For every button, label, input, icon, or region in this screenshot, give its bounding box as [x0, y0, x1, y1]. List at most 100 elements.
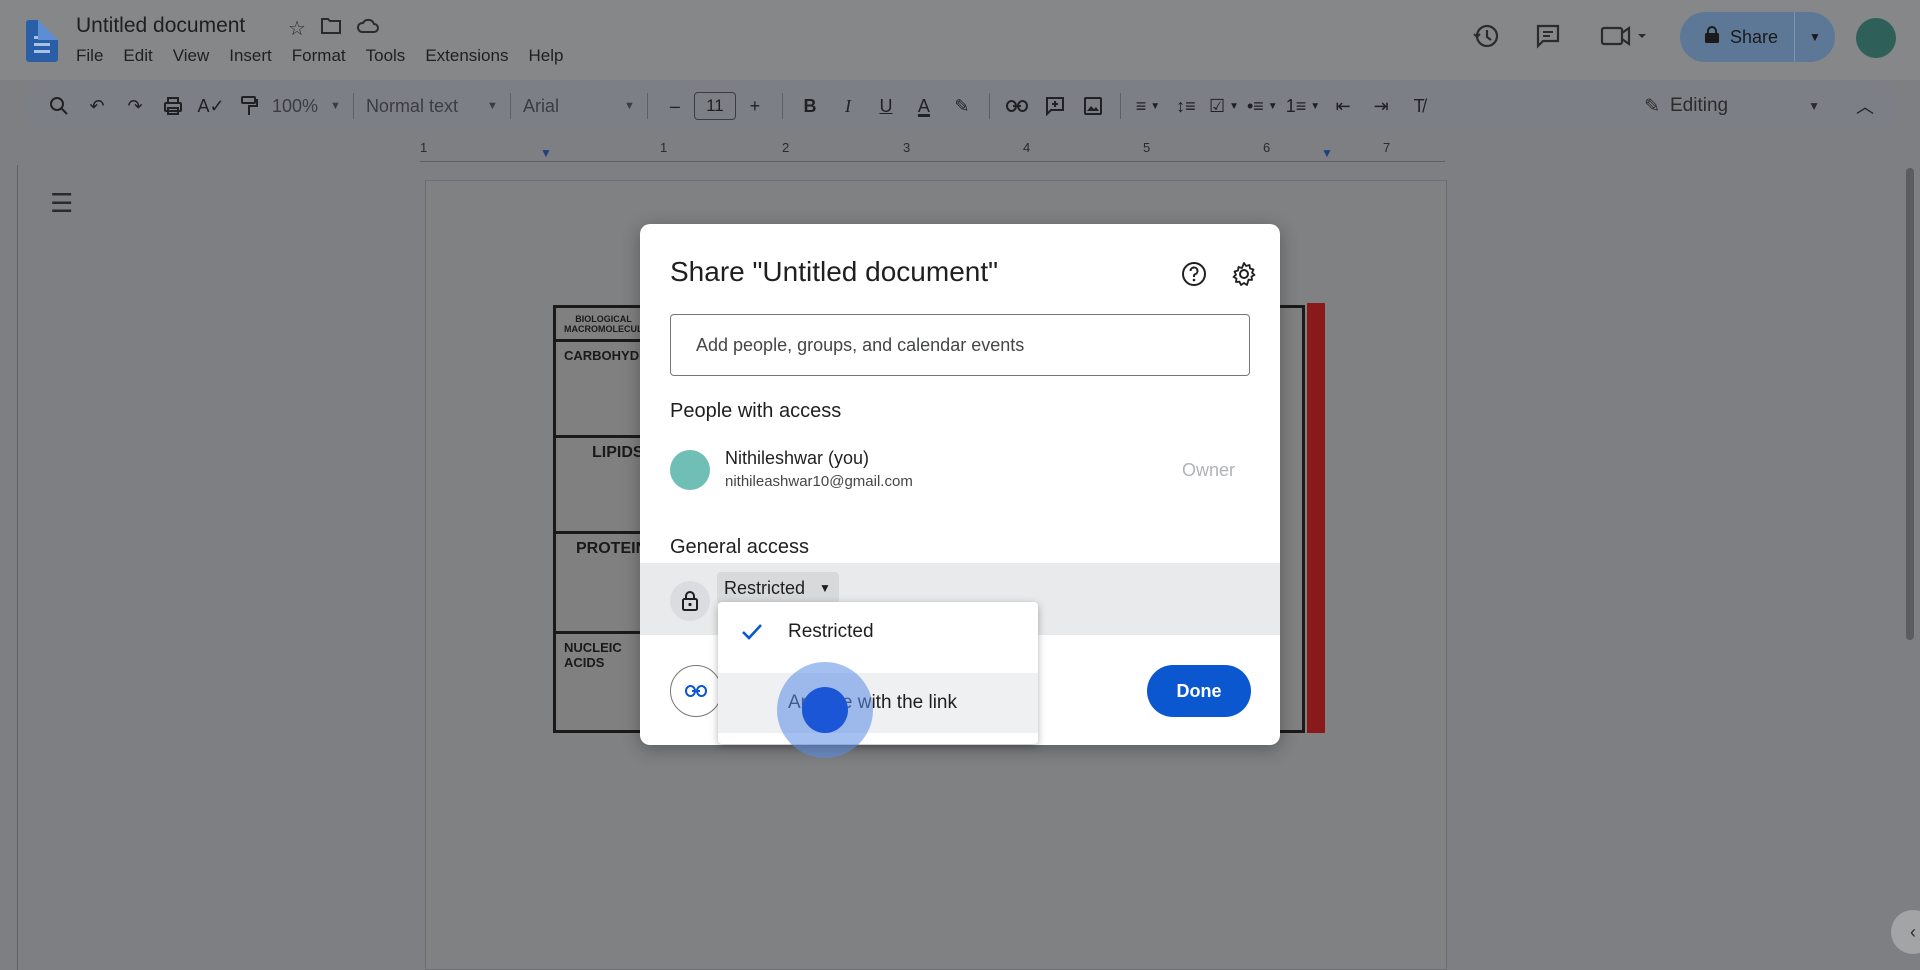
increase-indent-icon[interactable]: ⇥ — [1362, 88, 1400, 124]
underline-icon[interactable]: U — [867, 88, 905, 124]
line-spacing-icon[interactable]: ↕≡ — [1167, 88, 1205, 124]
done-button[interactable]: Done — [1147, 665, 1251, 717]
table-row: LIPIDS — [556, 438, 651, 534]
document-title[interactable]: Untitled document — [76, 14, 245, 38]
editing-mode-label: Editing — [1670, 95, 1729, 116]
link-icon — [685, 685, 707, 697]
person-role: Owner — [1181, 460, 1235, 480]
right-indent-marker[interactable]: ▼ — [1321, 146, 1333, 160]
general-access-value: Restricted — [724, 577, 806, 598]
ruler-number: 4 — [1023, 140, 1031, 155]
spellcheck-icon[interactable]: A✓ — [192, 88, 230, 124]
star-icon[interactable]: ☆ — [288, 16, 306, 42]
formatting-toolbar: ↶ ↷ A✓ 100% ▼ Normal text ▼ Arial ▼ – 11 + … — [22, 82, 1900, 130]
ruler-number: 1 — [420, 140, 428, 155]
lock-icon — [670, 581, 710, 621]
text-color-icon[interactable]: A — [905, 88, 943, 124]
table-row: CARBOHYDRATES — [556, 342, 682, 438]
add-comment-icon[interactable] — [1036, 88, 1074, 124]
font-value: Arial — [522, 95, 559, 116]
clear-formatting-icon[interactable]: T̸ — [1400, 88, 1438, 124]
title-actions: ☆ — [288, 16, 380, 42]
redo-icon[interactable]: ↷ — [116, 88, 154, 124]
docs-logo-icon[interactable] — [26, 20, 58, 62]
side-panel-toggle-icon[interactable]: ‹ — [1891, 910, 1920, 954]
horizontal-ruler[interactable]: 1 1 2 3 4 5 6 7 ▼ ▼ — [420, 138, 1445, 162]
bold-icon[interactable]: B — [791, 88, 829, 124]
print-icon[interactable] — [154, 88, 192, 124]
click-indicator-dot — [802, 687, 848, 733]
person-name: Nithileshwar (you) — [725, 448, 870, 468]
help-icon[interactable] — [1180, 260, 1208, 288]
undo-icon[interactable]: ↶ — [78, 88, 116, 124]
menu-option-restricted[interactable]: Restricted — [718, 602, 1038, 662]
menu-view[interactable]: View — [173, 46, 210, 66]
version-history-icon[interactable] — [1472, 22, 1500, 57]
increase-font-size-icon[interactable]: + — [736, 88, 774, 124]
copy-link-button[interactable] — [670, 665, 722, 717]
zoom-value: 100% — [272, 95, 319, 116]
insert-link-icon[interactable] — [998, 88, 1036, 124]
document-outline-icon[interactable]: ☰ — [50, 188, 73, 219]
lock-icon — [1704, 25, 1720, 49]
share-button[interactable]: Share ▼ — [1680, 12, 1835, 62]
paint-format-icon[interactable] — [230, 88, 268, 124]
move-folder-icon[interactable] — [320, 16, 342, 42]
highlight-color-icon[interactable]: ✎ — [943, 88, 981, 124]
menu-extensions[interactable]: Extensions — [425, 46, 508, 66]
vertical-ruler[interactable] — [0, 165, 18, 970]
general-access-select[interactable]: Restricted ▼ — [717, 572, 839, 604]
decrease-font-size-icon[interactable]: – — [656, 88, 694, 124]
align-icon[interactable]: ≡ ▼ — [1129, 88, 1167, 124]
menu-help[interactable]: Help — [528, 46, 563, 66]
style-select[interactable]: Normal text ▼ — [362, 88, 502, 124]
ruler-number: 1 — [660, 140, 668, 155]
general-access-menu: Restricted Anyone with the link — [718, 602, 1038, 744]
share-dropdown-icon[interactable]: ▼ — [1795, 30, 1835, 44]
bulleted-list-icon[interactable]: •≡ ▼ — [1243, 88, 1282, 124]
meet-icon[interactable] — [1600, 22, 1648, 57]
ruler-number: 5 — [1143, 140, 1151, 155]
option-label: Restricted — [788, 621, 874, 642]
table-row: PROTEINS — [556, 534, 658, 634]
checklist-icon[interactable]: ☑ ▼ — [1205, 88, 1243, 124]
menu-tools[interactable]: Tools — [366, 46, 406, 66]
vertical-scrollbar[interactable] — [1906, 168, 1914, 640]
italic-icon[interactable]: I — [829, 88, 867, 124]
add-people-input[interactable] — [670, 314, 1250, 376]
menu-option-anyone-with-link[interactable]: Anyone with the link — [718, 673, 1038, 733]
editing-mode-select[interactable]: ✎ Editing ▼ — [1644, 82, 1820, 130]
chevron-down-icon: ▼ — [1808, 99, 1820, 113]
share-label: Share — [1730, 26, 1779, 47]
search-menus-icon[interactable] — [40, 88, 78, 124]
chevron-down-icon: ▼ — [624, 100, 635, 112]
menu-file[interactable]: File — [76, 46, 103, 66]
caret-down-icon: ▼ — [819, 581, 831, 595]
left-indent-marker[interactable]: ▼ — [540, 146, 552, 160]
ruler-number: 6 — [1263, 140, 1271, 155]
chevron-down-icon: ▼ — [487, 100, 498, 112]
ruler-number: 7 — [1383, 140, 1391, 155]
cloud-status-icon[interactable] — [356, 16, 380, 42]
dialog-title: Share "Untitled document" — [670, 256, 999, 287]
settings-gear-icon[interactable] — [1230, 260, 1258, 288]
table-row: NUCLEIC ACIDS — [564, 640, 622, 670]
menu-edit[interactable]: Edit — [123, 46, 152, 66]
font-size-input[interactable]: 11 — [693, 92, 736, 120]
style-value: Normal text — [365, 95, 458, 116]
ruler-number: 2 — [782, 140, 790, 155]
collapse-menus-icon[interactable]: ︿ — [1846, 88, 1884, 124]
menu-format[interactable]: Format — [292, 46, 346, 66]
comments-icon[interactable] — [1534, 22, 1562, 57]
menu-insert[interactable]: Insert — [229, 46, 272, 66]
font-select[interactable]: Arial ▼ — [519, 88, 639, 124]
general-access-heading: General access — [670, 536, 809, 558]
decrease-indent-icon[interactable]: ⇤ — [1324, 88, 1362, 124]
numbered-list-icon[interactable]: 1≡ ▼ — [1282, 88, 1324, 124]
app-header: Untitled document ☆ File Edit View Inser… — [0, 0, 1920, 80]
insert-image-icon[interactable] — [1074, 88, 1112, 124]
zoom-select[interactable]: 100% ▼ — [268, 88, 345, 124]
menu-bar: File Edit View Insert Format Tools Exten… — [76, 46, 563, 66]
account-avatar[interactable] — [1856, 18, 1896, 58]
chevron-down-icon: ▼ — [330, 100, 341, 112]
